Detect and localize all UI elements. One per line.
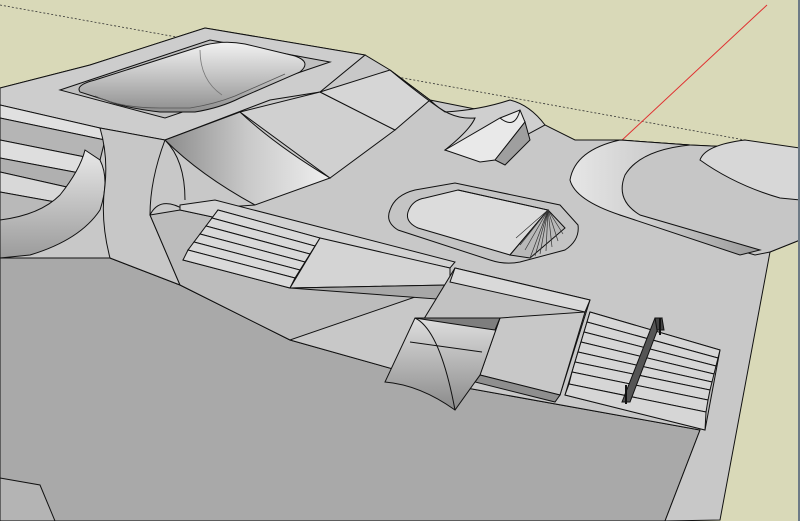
skatepark-3d-scene[interactable] xyxy=(0,0,800,521)
red-axis-line xyxy=(619,4,768,143)
modeling-viewport[interactable] xyxy=(0,0,800,521)
